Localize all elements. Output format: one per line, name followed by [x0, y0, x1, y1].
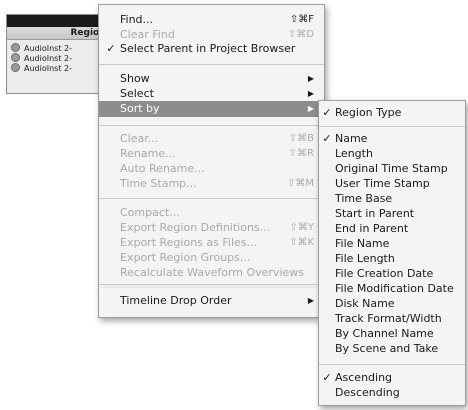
shortcut-label: ⇧⌘M [286, 178, 314, 189]
region-dot-icon [11, 63, 20, 72]
menu-item-label: File Creation Date [335, 267, 434, 280]
menu-divider [99, 64, 324, 65]
sort-item[interactable]: Time Base [319, 192, 465, 206]
menu-item-compact[interactable]: Compact... [99, 206, 324, 220]
shortcut-label: ⇧⌘K [289, 237, 314, 248]
menu-item-label: Descending [335, 386, 400, 399]
menu-item-label: By Channel Name [335, 327, 434, 340]
sort-item[interactable]: User Time Stamp [319, 177, 465, 191]
sort-item[interactable]: By Channel Name [319, 327, 465, 341]
menu-divider [319, 364, 465, 365]
menu-item-select-parent[interactable]: ✓ Select Parent in Project Browser [99, 42, 324, 56]
checkmark-icon: ✓ [106, 42, 116, 55]
menu-item-label: Timeline Drop Order [120, 294, 232, 307]
shortcut-label: ⇧⌘D [287, 29, 314, 40]
sort-item[interactable]: Track Format/Width [319, 312, 465, 326]
menu-item-label: Clear... [120, 132, 159, 145]
menu-item-label: User Time Stamp [335, 177, 430, 190]
sort-item[interactable]: ✓ Ascending [319, 371, 465, 385]
menu-item-select[interactable]: Select ▶ [99, 87, 324, 101]
shortcut-label: ⇧⌘Y [289, 222, 315, 233]
menu-item-label: Time Base [335, 192, 393, 205]
menu-item-label: Select [120, 87, 154, 100]
menu-item-label: Rename... [120, 147, 176, 160]
menu-item-label: Export Region Definitions... [120, 221, 271, 234]
menu-item-label: Export Regions as Files... [120, 236, 257, 249]
menu-item-clear[interactable]: Clear... ⇧⌘B [99, 132, 324, 146]
menu-item-label: File Name [335, 237, 390, 250]
sort-item[interactable]: File Name [319, 237, 465, 251]
menu-item-label: Find... [120, 13, 154, 26]
sort-item[interactable]: File Length [319, 252, 465, 266]
menu-item-label: Auto Rename... [120, 162, 205, 175]
sort-item[interactable]: Start in Parent [319, 207, 465, 221]
regions-context-menu-bottom: Timeline Drop Order ▶ [98, 288, 325, 318]
menu-item-recalculate-waveforms[interactable]: Recalculate Waveform Overviews [99, 266, 324, 280]
triangle-right-icon: ▶ [307, 104, 314, 113]
menu-item-auto-rename[interactable]: Auto Rename... [99, 162, 324, 176]
sort-item[interactable]: Descending [319, 386, 465, 400]
region-name: AudioInst 2- [24, 64, 72, 73]
menu-item-export-definitions[interactable]: Export Region Definitions... ⇧⌘Y [99, 221, 324, 235]
region-name: AudioInst 2- [24, 44, 72, 53]
sort-by-submenu: ✓ Region Type ✓ Name Length Original Time S… [318, 100, 466, 406]
menu-item-show[interactable]: Show ▶ [99, 72, 324, 86]
menu-item-clear-find[interactable]: Clear Find ⇧⌘D [99, 28, 324, 42]
menu-item-label: File Length [335, 252, 395, 265]
triangle-right-icon: ▶ [307, 89, 314, 98]
menu-item-export-files[interactable]: Export Regions as Files... ⇧⌘K [99, 236, 324, 250]
region-dot-icon [11, 53, 20, 62]
menu-item-export-groups[interactable]: Export Region Groups... [99, 251, 324, 265]
triangle-right-icon: ▶ [307, 74, 314, 83]
menu-item-label: Ascending [335, 371, 393, 384]
menu-item-label: Time Stamp... [120, 177, 197, 190]
menu-item-sort-by[interactable]: Sort by ▶ [99, 101, 324, 117]
triangle-right-icon: ▶ [307, 296, 314, 305]
menu-item-label: Track Format/Width [335, 312, 442, 325]
sort-item[interactable]: Original Time Stamp [319, 162, 465, 176]
checkmark-icon: ✓ [322, 371, 332, 384]
menu-item-label: Compact... [120, 206, 180, 219]
region-row[interactable]: AudioInst 2- [11, 63, 72, 74]
region-name: AudioInst 2- [24, 54, 72, 63]
menu-item-label: End in Parent [335, 222, 409, 235]
sort-item[interactable]: File Modification Date [319, 282, 465, 296]
regions-context-menu: Find... ⇧⌘F Clear Find ⇧⌘D ✓ Select Pare… [98, 4, 325, 289]
shortcut-label: ⇧⌘R [288, 148, 314, 159]
sort-item[interactable]: File Creation Date [319, 267, 465, 281]
menu-item-label: Start in Parent [335, 207, 415, 220]
menu-item-label: Original Time Stamp [335, 162, 448, 175]
menu-item-label: Region Type [335, 106, 402, 119]
menu-item-timeline-drop-order[interactable]: Timeline Drop Order ▶ [99, 294, 324, 308]
menu-divider [99, 125, 324, 126]
sort-item[interactable]: By Scene and Take [319, 342, 465, 356]
menu-item-label: Export Region Groups... [120, 251, 251, 264]
region-dot-icon [11, 43, 20, 52]
menu-item-rename[interactable]: Rename... ⇧⌘R [99, 147, 324, 161]
sort-item[interactable]: ✓ Name [319, 132, 465, 146]
menu-divider [99, 284, 324, 285]
menu-item-label: File Modification Date [335, 282, 454, 295]
menu-item-label: By Scene and Take [335, 342, 439, 355]
menu-item-label: Name [335, 132, 368, 145]
shortcut-label: ⇧⌘B [288, 133, 314, 144]
shortcut-label: ⇧⌘F [289, 14, 314, 25]
sort-item-region-type[interactable]: ✓ Region Type [319, 106, 465, 120]
menu-divider [319, 126, 465, 127]
checkmark-icon: ✓ [322, 132, 332, 145]
menu-item-label: Sort by [120, 102, 160, 115]
menu-item-label: Recalculate Waveform Overviews [120, 266, 305, 279]
sort-item[interactable]: Length [319, 147, 465, 161]
menu-item-find[interactable]: Find... ⇧⌘F [99, 13, 324, 27]
sort-item[interactable]: End in Parent [319, 222, 465, 236]
menu-item-label: Select Parent in Project Browser [120, 42, 296, 55]
sort-item[interactable]: Disk Name [319, 297, 465, 311]
menu-item-label: Disk Name [335, 297, 395, 310]
menu-item-label: Length [335, 147, 373, 160]
checkmark-icon: ✓ [322, 106, 332, 119]
menu-item-time-stamp[interactable]: Time Stamp... ⇧⌘M [99, 177, 324, 191]
menu-divider [99, 198, 324, 199]
menu-item-label: Show [120, 72, 150, 85]
menu-item-label: Clear Find [120, 28, 175, 41]
